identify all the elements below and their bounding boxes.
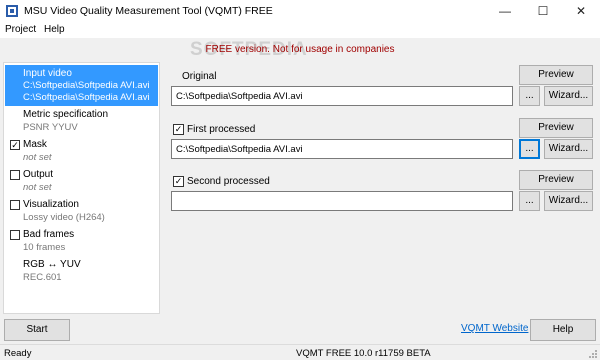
sidebar-item-label: Mask bbox=[23, 139, 47, 150]
sidebar-item-sub: C:\Softpedia\Softpedia AVI.avi bbox=[23, 92, 150, 103]
second-browse-button[interactable]: ... bbox=[519, 191, 540, 211]
original-path-field[interactable]: C:\Softpedia\Softpedia AVI.avi bbox=[171, 86, 513, 106]
resize-grip-icon[interactable] bbox=[588, 349, 598, 359]
version-text: VQMT FREE 10.0 r11759 BETA bbox=[296, 348, 431, 359]
sidebar-item-sub: not set bbox=[23, 182, 52, 193]
status-text: Ready bbox=[4, 348, 32, 359]
original-browse-button[interactable]: ... bbox=[519, 86, 540, 106]
second-processed-checkbox[interactable]: ✓ bbox=[173, 176, 184, 187]
second-processed-path-field[interactable] bbox=[171, 191, 513, 211]
start-button[interactable]: Start bbox=[4, 319, 70, 341]
first-processed-label: First processed bbox=[187, 124, 256, 135]
sidebar-item-rgb-yuv[interactable]: RGB ↔ YUV REC.601 bbox=[5, 258, 158, 286]
status-bar: Ready VQMT FREE 10.0 r11759 BETA bbox=[0, 344, 600, 360]
close-button[interactable]: ✕ bbox=[562, 0, 600, 22]
menu-help[interactable]: Help bbox=[44, 24, 65, 35]
original-wizard-button[interactable]: Wizard... bbox=[544, 86, 593, 106]
maximize-button[interactable]: ☐ bbox=[524, 0, 562, 22]
sidebar-item-bad-frames[interactable]: Bad frames 10 frames bbox=[5, 228, 158, 256]
menu-project[interactable]: Project bbox=[5, 24, 36, 35]
minimize-button[interactable]: — bbox=[486, 0, 524, 22]
bad-frames-checkbox[interactable] bbox=[10, 230, 20, 240]
sidebar-item-output[interactable]: Output not set bbox=[5, 168, 158, 196]
bottom-bar: Start VQMT Website Help bbox=[0, 318, 600, 342]
sidebar-item-sub: Lossy video (H264) bbox=[23, 212, 105, 223]
sidebar-item-visualization[interactable]: Visualization Lossy video (H264) bbox=[5, 198, 158, 226]
sidebar-item-sub: 10 frames bbox=[23, 242, 66, 253]
first-browse-button[interactable]: ... bbox=[519, 139, 540, 159]
sidebar-item-label: Bad frames bbox=[23, 229, 75, 240]
first-processed-checkbox[interactable]: ✓ bbox=[173, 124, 184, 135]
first-processed-path-field[interactable]: C:\Softpedia\Softpedia AVI.avi bbox=[171, 139, 513, 159]
sidebar-item-metric-specification[interactable]: Metric specification PSNR YYUV bbox=[5, 108, 158, 136]
sidebar-item-sub: not set bbox=[23, 152, 52, 163]
license-notice: FREE version. Not for usage in companies bbox=[205, 44, 395, 55]
input-video-panel: Original Preview C:\Softpedia\Softpedia … bbox=[166, 62, 596, 314]
sidebar-item-sub: PSNR YYUV bbox=[23, 122, 78, 133]
second-wizard-button[interactable]: Wizard... bbox=[544, 191, 593, 211]
title-bar: MSU Video Quality Measurement Tool (VQMT… bbox=[0, 0, 600, 22]
first-wizard-button[interactable]: Wizard... bbox=[544, 139, 593, 159]
settings-sidebar: Input video C:\Softpedia\Softpedia AVI.a… bbox=[3, 62, 160, 314]
sidebar-item-label: Input video bbox=[23, 68, 72, 79]
sidebar-item-sub: REC.601 bbox=[23, 272, 62, 283]
original-label: Original bbox=[182, 71, 217, 82]
second-processed-label: Second processed bbox=[187, 176, 270, 187]
menu-bar: Project Help bbox=[0, 22, 600, 38]
help-button[interactable]: Help bbox=[530, 319, 596, 341]
vqmt-website-link[interactable]: VQMT Website bbox=[461, 323, 528, 334]
sidebar-item-label: Metric specification bbox=[23, 109, 109, 120]
license-banner: SOFTPEDIA FREE version. Not for usage in… bbox=[0, 38, 600, 62]
sidebar-item-input-video[interactable]: Input video C:\Softpedia\Softpedia AVI.a… bbox=[5, 65, 158, 106]
visualization-checkbox[interactable] bbox=[10, 200, 20, 210]
first-preview-button[interactable]: Preview bbox=[519, 118, 593, 138]
app-icon bbox=[6, 5, 18, 17]
second-preview-button[interactable]: Preview bbox=[519, 170, 593, 190]
sidebar-item-label: Visualization bbox=[23, 199, 79, 210]
window-title: MSU Video Quality Measurement Tool (VQMT… bbox=[24, 5, 273, 17]
sidebar-item-label: RGB ↔ YUV bbox=[23, 259, 81, 270]
sidebar-item-mask[interactable]: ✓ Mask not set bbox=[5, 138, 158, 166]
original-preview-button[interactable]: Preview bbox=[519, 65, 593, 85]
mask-checkbox[interactable]: ✓ bbox=[10, 140, 20, 150]
sidebar-item-label: Output bbox=[23, 169, 54, 180]
sidebar-item-sub: C:\Softpedia\Softpedia AVI.avi bbox=[23, 80, 150, 91]
output-checkbox[interactable] bbox=[10, 170, 20, 180]
